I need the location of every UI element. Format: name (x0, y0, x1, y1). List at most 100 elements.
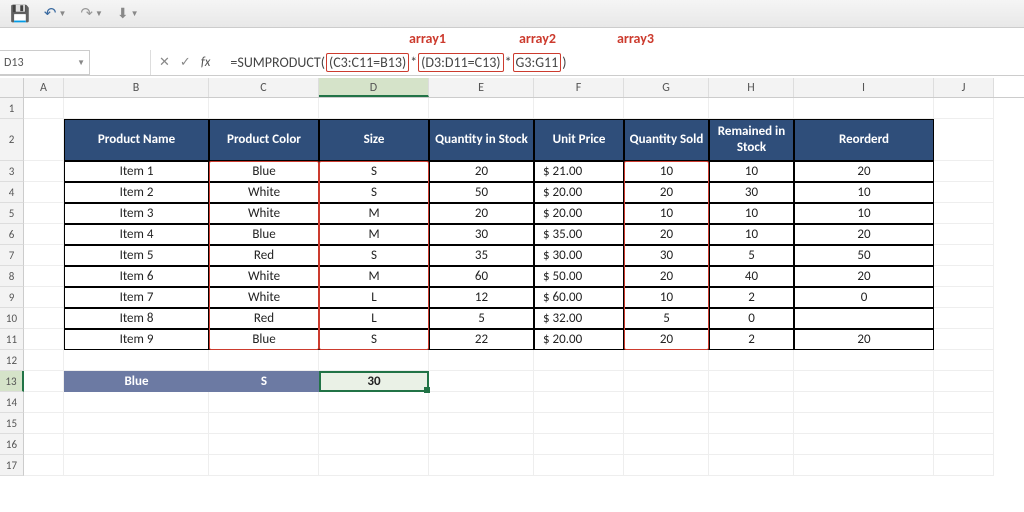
cell-qty-stock[interactable]: 60 (429, 266, 534, 287)
cell-product-color[interactable]: Blue (209, 329, 319, 350)
row-header-5[interactable]: 5 (0, 203, 24, 224)
cell-j14[interactable] (934, 392, 994, 413)
cell-qty-sold[interactable]: 20 (624, 224, 709, 245)
cell-a11[interactable] (24, 329, 64, 350)
cell-e14[interactable] (429, 392, 534, 413)
cell-b16[interactable] (64, 434, 209, 455)
cell-g1[interactable] (624, 98, 709, 119)
redo-button[interactable]: ↷ ▼ (80, 4, 103, 23)
row-header-9[interactable]: 9 (0, 287, 24, 308)
cell-reorderd[interactable]: 20 (794, 224, 934, 245)
cell-size[interactable]: M (319, 224, 429, 245)
cell-product-name[interactable]: Item 7 (64, 287, 209, 308)
row-header-12[interactable]: 12 (0, 350, 24, 371)
cell-remained[interactable]: 10 (709, 224, 794, 245)
col-header-h[interactable]: H (709, 78, 794, 97)
cell-unit-price[interactable]: $ 30.00 (534, 245, 624, 266)
cell-unit-price[interactable]: $ 60.00 (534, 287, 624, 308)
undo-button[interactable]: ↶ ▼ (44, 4, 67, 23)
header-size[interactable]: Size (319, 119, 429, 161)
cell-unit-price[interactable]: $ 35.00 (534, 224, 624, 245)
cell-a12[interactable] (24, 350, 64, 371)
cell-qty-stock[interactable]: 20 (429, 203, 534, 224)
cell-b17[interactable] (64, 455, 209, 476)
save-icon[interactable]: 💾 (10, 4, 30, 24)
cell-e12[interactable] (429, 350, 534, 371)
cell-h16[interactable] (709, 434, 794, 455)
col-header-j[interactable]: J (934, 78, 994, 97)
cell-b12[interactable] (64, 350, 209, 371)
cell-i1[interactable] (794, 98, 934, 119)
cell-qty-sold[interactable]: 10 (624, 203, 709, 224)
cell-h1[interactable] (709, 98, 794, 119)
summary-color[interactable]: Blue (64, 371, 209, 392)
cell-g12[interactable] (624, 350, 709, 371)
cell-j6[interactable] (934, 224, 994, 245)
row-header-14[interactable]: 14 (0, 392, 24, 413)
cell-qty-stock[interactable]: 35 (429, 245, 534, 266)
cell-reorderd[interactable] (794, 308, 934, 329)
cell-unit-price[interactable]: $ 21.00 (534, 161, 624, 182)
cell-reorderd[interactable]: 50 (794, 245, 934, 266)
header-qty-sold[interactable]: Quantity Sold (624, 119, 709, 161)
cell-i13[interactable] (794, 371, 934, 392)
row-header-3[interactable]: 3 (0, 161, 24, 182)
cell-f1[interactable] (534, 98, 624, 119)
cell-product-name[interactable]: Item 3 (64, 203, 209, 224)
cell-reorderd[interactable]: 20 (794, 266, 934, 287)
row-header-15[interactable]: 15 (0, 413, 24, 434)
cell-e13[interactable] (429, 371, 534, 392)
cell-i14[interactable] (794, 392, 934, 413)
cell-e1[interactable] (429, 98, 534, 119)
cell-qty-stock[interactable]: 22 (429, 329, 534, 350)
cell-d16[interactable] (319, 434, 429, 455)
cell-product-name[interactable]: Item 9 (64, 329, 209, 350)
row-header-7[interactable]: 7 (0, 245, 24, 266)
col-header-d[interactable]: D (319, 78, 429, 97)
cell-e16[interactable] (429, 434, 534, 455)
cell-qty-sold[interactable]: 5 (624, 308, 709, 329)
cell-a7[interactable] (24, 245, 64, 266)
cell-g14[interactable] (624, 392, 709, 413)
cell-j7[interactable] (934, 245, 994, 266)
cell-size[interactable]: S (319, 182, 429, 203)
cell-d14[interactable] (319, 392, 429, 413)
cell-remained[interactable]: 0 (709, 308, 794, 329)
cell-j2[interactable] (934, 119, 994, 161)
cell-product-color[interactable]: Blue (209, 161, 319, 182)
cell-f16[interactable] (534, 434, 624, 455)
undo-dropdown-icon[interactable]: ▼ (59, 9, 67, 19)
cell-j5[interactable] (934, 203, 994, 224)
cell-a14[interactable] (24, 392, 64, 413)
cell-h13[interactable] (709, 371, 794, 392)
cell-i16[interactable] (794, 434, 934, 455)
fx-button[interactable]: fx (201, 55, 211, 70)
cell-h12[interactable] (709, 350, 794, 371)
cell-j16[interactable] (934, 434, 994, 455)
cell-product-name[interactable]: Item 2 (64, 182, 209, 203)
cell-b14[interactable] (64, 392, 209, 413)
name-box[interactable]: D13 ▼ (0, 50, 90, 75)
cell-h14[interactable] (709, 392, 794, 413)
cell-a15[interactable] (24, 413, 64, 434)
cell-c15[interactable] (209, 413, 319, 434)
cell-j1[interactable] (934, 98, 994, 119)
cell-qty-stock[interactable]: 20 (429, 161, 534, 182)
cell-c1[interactable] (209, 98, 319, 119)
cell-d17[interactable] (319, 455, 429, 476)
cell-qty-sold[interactable]: 10 (624, 287, 709, 308)
cell-qty-sold[interactable]: 20 (624, 182, 709, 203)
cell-remained[interactable]: 10 (709, 161, 794, 182)
cell-c14[interactable] (209, 392, 319, 413)
header-product-name[interactable]: Product Name (64, 119, 209, 161)
cell-product-color[interactable]: Red (209, 245, 319, 266)
cell-c16[interactable] (209, 434, 319, 455)
row-header-17[interactable]: 17 (0, 455, 24, 476)
col-header-e[interactable]: E (429, 78, 534, 97)
cell-i12[interactable] (794, 350, 934, 371)
cell-i17[interactable] (794, 455, 934, 476)
cell-j9[interactable] (934, 287, 994, 308)
cell-a17[interactable] (24, 455, 64, 476)
cell-a2[interactable] (24, 119, 64, 161)
cell-a6[interactable] (24, 224, 64, 245)
